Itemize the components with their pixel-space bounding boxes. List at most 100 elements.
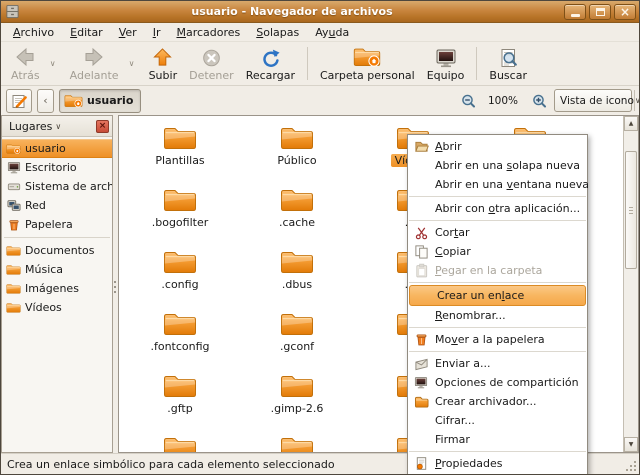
file-item[interactable]: .gstreamer-0.10 <box>245 434 349 453</box>
forward-button[interactable]: Adelante <box>64 44 125 83</box>
vertical-scrollbar[interactable]: ▲ ▼ <box>623 116 638 452</box>
desktop-icon <box>6 161 21 175</box>
menu-marcadores[interactable]: Marcadores <box>168 24 248 41</box>
forward-dropdown-chevron-icon[interactable]: ∨ <box>125 44 139 83</box>
properties-icon <box>413 456 429 472</box>
file-item[interactable]: .fontconfig <box>128 310 232 353</box>
zoom-out-button[interactable] <box>457 90 479 112</box>
sidebar-close-button[interactable]: × <box>96 120 109 133</box>
scroll-down-button[interactable]: ▼ <box>624 437 638 452</box>
menu-item-firmar[interactable]: Firmar <box>408 430 587 449</box>
sidebar-item-red[interactable]: Red <box>2 196 112 215</box>
file-item[interactable]: .cache <box>245 186 349 229</box>
menu-item-propiedades[interactable]: Propiedades <box>408 454 587 473</box>
folder-icon <box>163 372 197 399</box>
menu-editar[interactable]: Editar <box>62 24 111 41</box>
menu-ir[interactable]: Ir <box>145 24 169 41</box>
status-text: Crea un enlace simbólico para cada eleme… <box>7 458 335 471</box>
menu-item-abrir[interactable]: Abrir <box>408 137 587 156</box>
menu-separator <box>409 327 586 328</box>
folder-icon <box>163 434 197 453</box>
scrollbar-thumb[interactable] <box>625 151 637 269</box>
close-button[interactable]: × <box>614 4 636 20</box>
menu-item-crear-un-enlace[interactable]: Crear un enlace <box>409 285 586 306</box>
menu-item-cortar[interactable]: Cortar <box>408 223 587 242</box>
menu-item-copiar[interactable]: Copiar <box>408 242 587 261</box>
search-button[interactable]: Buscar <box>483 44 533 83</box>
file-manager-icon <box>4 4 20 20</box>
sidebar-item-videos[interactable]: Vídeos <box>2 298 112 317</box>
zoom-level: 100% <box>484 95 522 107</box>
menu-item-crear-archivador[interactable]: Crear archivador... <box>408 392 587 411</box>
trash-icon <box>413 332 429 348</box>
back-button[interactable]: Atrás <box>5 44 46 83</box>
computer-icon <box>435 45 457 68</box>
file-item[interactable]: .dbus <box>245 248 349 291</box>
minimize-icon <box>571 14 580 17</box>
menu-ver[interactable]: Ver <box>111 24 145 41</box>
chevron-down-icon: ∨ <box>634 90 640 111</box>
sidebar-header[interactable]: Lugares ∨ × <box>2 116 112 137</box>
folder-icon <box>280 124 314 151</box>
file-item[interactable]: Público <box>245 124 349 167</box>
context-menu: Abrir Abrir en una solapa nueva Abrir en… <box>407 134 588 475</box>
menu-item-opciones-de-comparticion[interactable]: Opciones de compartición <box>408 373 587 392</box>
stop-button[interactable]: Detener <box>183 44 240 83</box>
refresh-icon <box>260 45 281 68</box>
menu-archivo[interactable]: Archivo <box>5 24 62 41</box>
minimize-button[interactable] <box>564 4 586 20</box>
menu-item-renombrar[interactable]: Renombrar... <box>408 306 587 325</box>
home-folder-button[interactable]: Carpeta personal <box>314 44 421 83</box>
up-button[interactable]: Subir <box>143 44 184 83</box>
folder-icon <box>280 248 314 275</box>
folder-icon <box>280 372 314 399</box>
window-resize-grip[interactable] <box>625 460 637 472</box>
titlebar[interactable]: usuario - Navegador de archivos × <box>1 1 639 23</box>
sidebar-item-musica[interactable]: Música <box>2 260 112 279</box>
breadcrumb-scroll-left-button[interactable]: ‹ <box>37 89 54 113</box>
folder-icon <box>6 301 21 315</box>
back-dropdown-chevron-icon[interactable]: ∨ <box>46 44 60 83</box>
computer-button[interactable]: Equipo <box>421 44 471 83</box>
home-folder-icon <box>353 45 381 68</box>
sidebar-item-imagenes[interactable]: Imágenes <box>2 279 112 298</box>
maximize-button[interactable] <box>589 4 611 20</box>
file-item[interactable]: .gftp <box>128 372 232 415</box>
folder-icon <box>163 310 197 337</box>
folder-icon <box>163 124 197 151</box>
sidebar-item-documentos[interactable]: Documentos <box>2 241 112 260</box>
menu-item-enviar-a[interactable]: Enviar a... <box>408 354 587 373</box>
folder-icon <box>280 434 314 453</box>
sidebar-item-escritorio[interactable]: Escritorio <box>2 158 112 177</box>
edit-location-button[interactable] <box>6 89 32 113</box>
sidebar-item-sistema-de-archivos[interactable]: Sistema de archi... <box>2 177 112 196</box>
menu-separator <box>409 451 586 452</box>
sidebar-separator <box>4 237 110 238</box>
sidebar-item-usuario[interactable]: usuario <box>2 139 112 158</box>
menu-item-cifrar[interactable]: Cifrar... <box>408 411 587 430</box>
zoom-in-button[interactable] <box>527 90 549 112</box>
menu-item-abrir-ventana-nueva[interactable]: Abrir en una ventana nueva <box>408 175 587 194</box>
file-item[interactable]: .config <box>128 248 232 291</box>
maximize-icon <box>596 8 605 16</box>
menu-ayuda[interactable]: Ayuda <box>307 24 357 41</box>
view-mode-select[interactable]: Vista de icono ∨ <box>554 89 632 112</box>
file-item[interactable]: .gnupg <box>128 434 232 453</box>
reload-button[interactable]: Recargar <box>240 44 301 83</box>
zoom-in-icon <box>531 93 546 108</box>
sidebar-item-papelera[interactable]: Papelera <box>2 215 112 234</box>
menu-item-abrir-solapa-nueva[interactable]: Abrir en una solapa nueva <box>408 156 587 175</box>
file-item[interactable]: .gimp-2.6 <box>245 372 349 415</box>
open-folder-icon <box>413 139 429 155</box>
file-item[interactable]: Plantillas <box>128 124 232 167</box>
sidebar-list: usuario Escritorio Sistema de archi... R… <box>2 137 112 452</box>
archive-icon <box>413 394 429 410</box>
home-folder-icon <box>6 142 21 156</box>
menu-solapas[interactable]: Solapas <box>248 24 307 41</box>
menu-item-abrir-con-otra-aplicacion[interactable]: Abrir con otra aplicación... <box>408 199 587 218</box>
menu-item-mover-a-la-papelera[interactable]: Mover a la papelera <box>408 330 587 349</box>
file-item[interactable]: .bogofilter <box>128 186 232 229</box>
file-item[interactable]: .gconf <box>245 310 349 353</box>
breadcrumb-usuario[interactable]: usuario <box>59 89 141 113</box>
scroll-up-button[interactable]: ▲ <box>624 116 638 131</box>
